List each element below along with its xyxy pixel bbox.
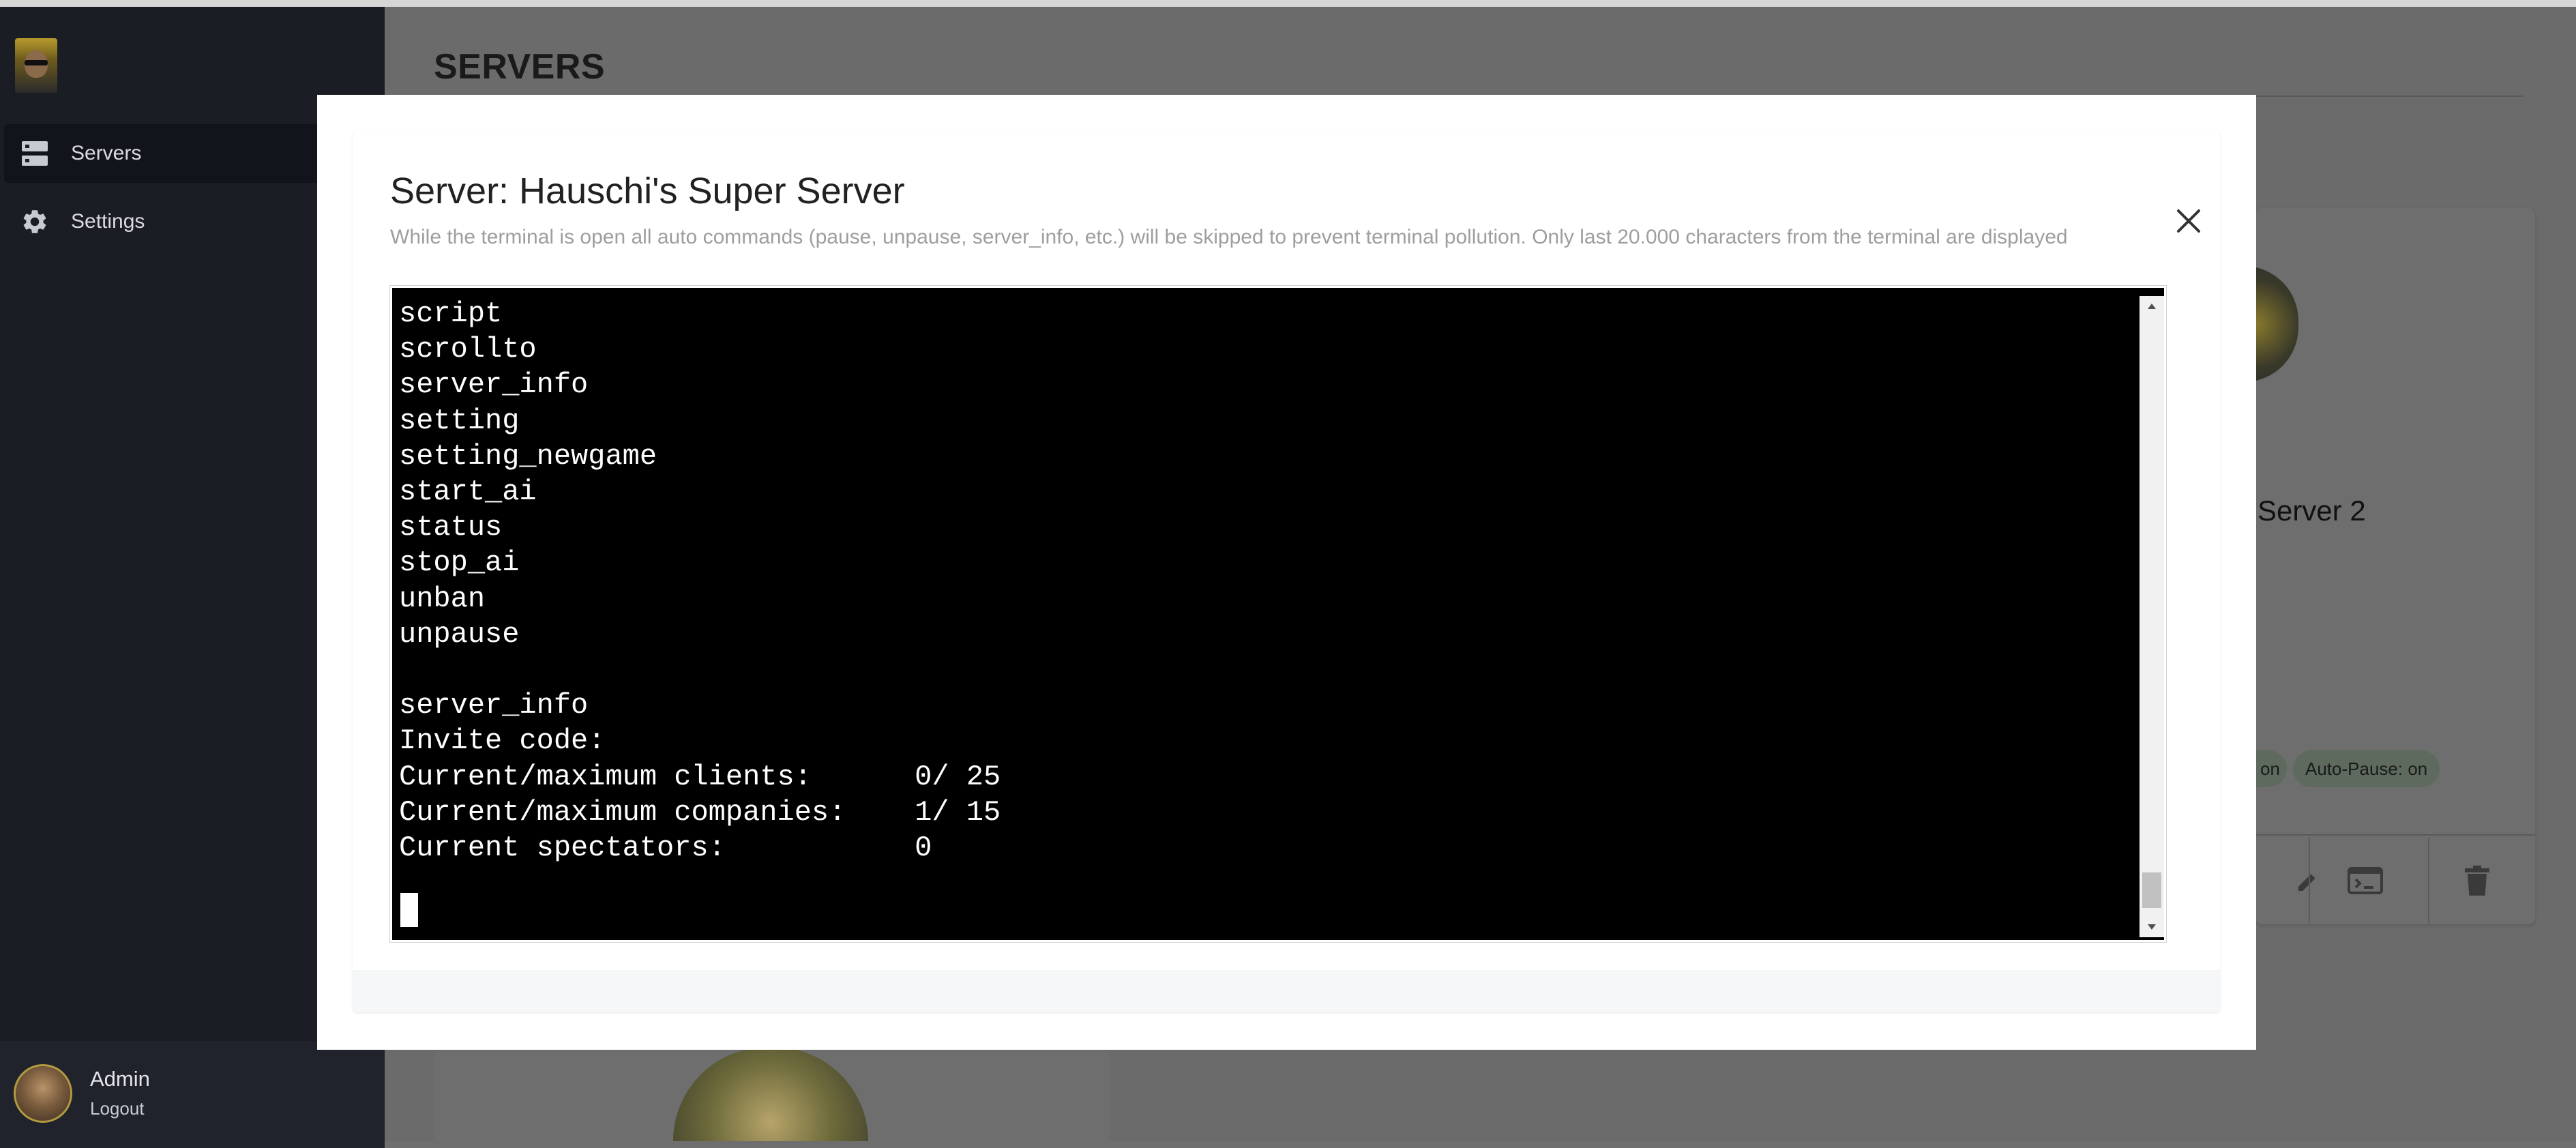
logout-link[interactable]: Logout	[90, 1098, 145, 1119]
terminal-dialog-card: Server: Hauschi's Super Server While the…	[353, 130, 2220, 1012]
scroll-up-icon[interactable]	[2140, 296, 2164, 317]
sidebar-item-label: Settings	[71, 210, 145, 233]
app-logo[interactable]	[15, 38, 57, 93]
scroll-down-icon[interactable]	[2140, 917, 2164, 937]
close-icon[interactable]	[2172, 204, 2206, 238]
scroll-thumb[interactable]	[2142, 872, 2161, 908]
dialog-footer	[353, 971, 2220, 1012]
user-name: Admin	[90, 1067, 150, 1091]
terminal-dialog: Server: Hauschi's Super Server While the…	[317, 95, 2256, 1050]
logo-glasses	[25, 60, 48, 65]
page-title: SERVERS	[434, 47, 606, 87]
avatar[interactable]	[14, 1064, 72, 1123]
gear-icon	[20, 207, 49, 236]
status-badge: Auto-Pause: on	[2293, 750, 2440, 787]
card-actions-divider	[2255, 834, 2535, 836]
dialog-subtitle: While the terminal is open all auto comm…	[390, 226, 2068, 248]
terminal-scrollbar[interactable]	[2140, 296, 2164, 937]
dialog-title: Server: Hauschi's Super Server	[390, 171, 905, 211]
terminal-cursor	[400, 893, 418, 927]
server-card-name: Server 2	[2257, 495, 2366, 527]
terminal-icon[interactable]	[2328, 838, 2403, 923]
terminal-text: script scrollto server_info setting sett…	[399, 297, 1001, 865]
user-box: Admin Logout	[0, 1041, 385, 1148]
top-strip	[0, 0, 2576, 7]
action-separator	[2428, 838, 2429, 923]
servers-icon	[20, 139, 49, 168]
action-separator	[2309, 838, 2310, 923]
sidebar-item-label: Servers	[71, 142, 142, 164]
delete-icon[interactable]	[2440, 838, 2515, 923]
terminal-output[interactable]: script scrollto server_info setting sett…	[389, 285, 2167, 943]
